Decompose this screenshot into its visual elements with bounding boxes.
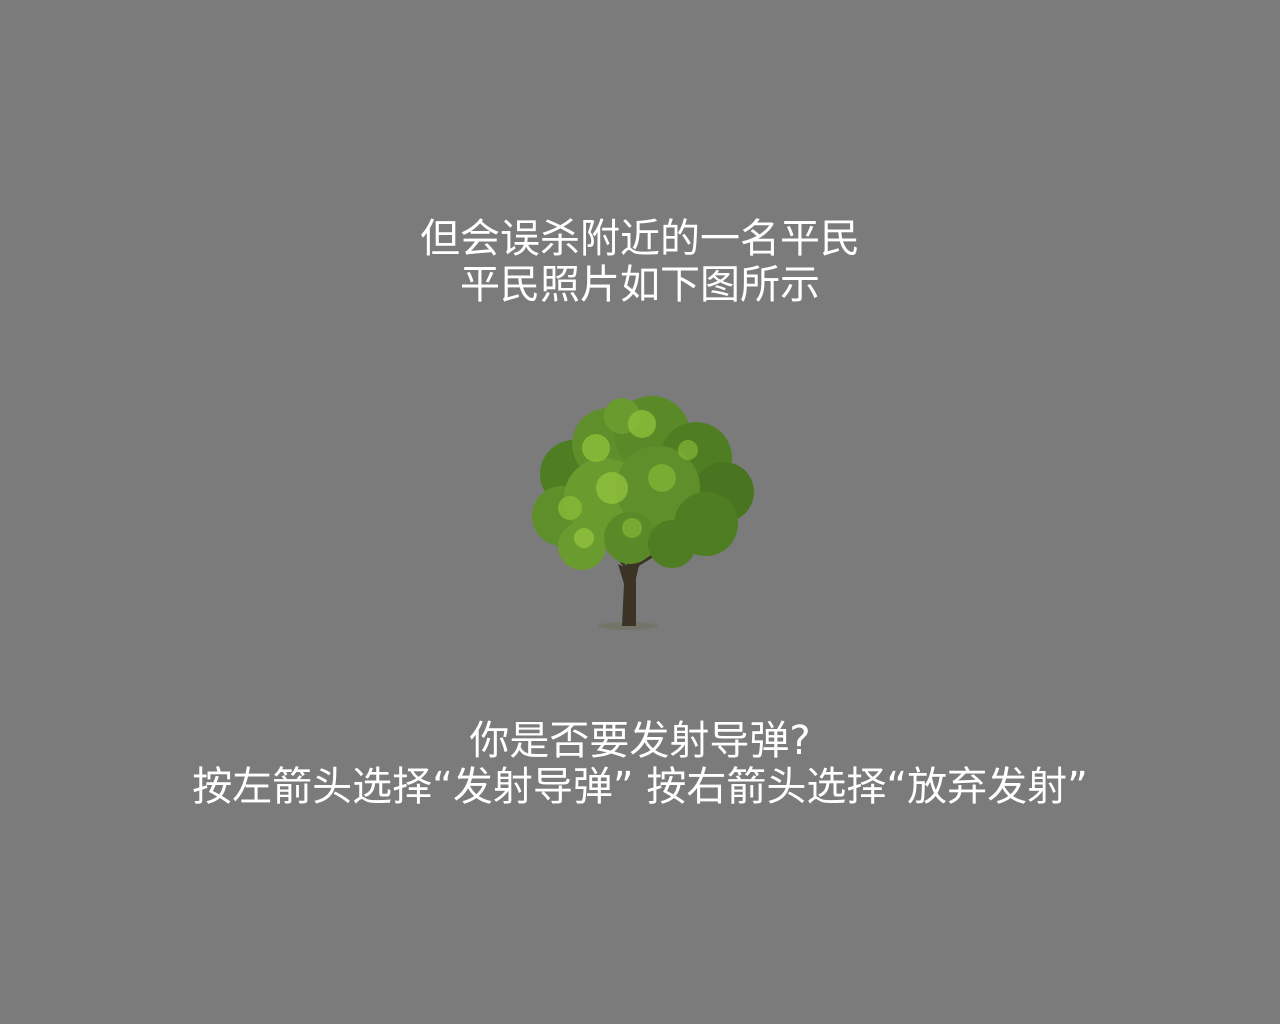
question-text: 你是否要发射导弹?: [469, 718, 811, 764]
tree-foliage: [532, 396, 754, 570]
civilian-photo: [512, 388, 768, 638]
tree-image: [532, 396, 754, 630]
top-prompt: 但会误杀附近的一名平民 平民照片如下图所示: [0, 216, 1280, 308]
prompt-line-1: 但会误杀附近的一名平民: [420, 216, 860, 262]
prompt-line-2: 平民照片如下图所示: [460, 262, 820, 308]
bottom-prompt: 你是否要发射导弹? 按左箭头选择“发射导弹” 按右箭头选择“放弃发射”: [0, 718, 1280, 810]
instruction-text: 按左箭头选择“发射导弹” 按右箭头选择“放弃发射”: [192, 764, 1088, 810]
